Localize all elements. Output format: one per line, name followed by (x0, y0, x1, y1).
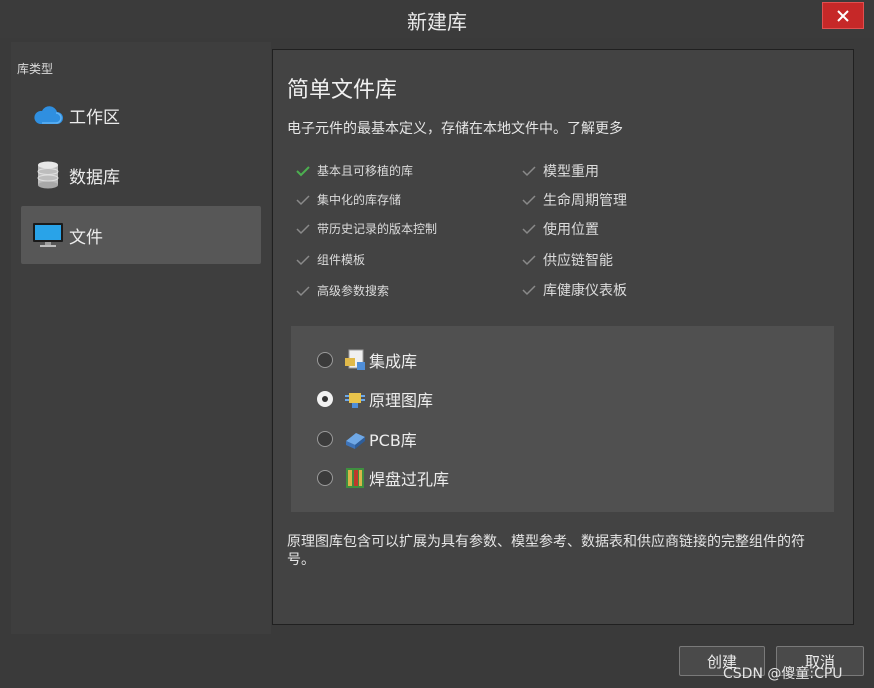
feature-item: 生命周期管理 (521, 190, 627, 210)
feature-label: 集中化的库存储 (317, 193, 402, 207)
check-icon (522, 285, 536, 296)
feature-label: 库健康仪表板 (543, 283, 627, 299)
option-schematic-library[interactable]: 原理图库 (317, 386, 433, 412)
radio-pcb-library[interactable] (317, 431, 333, 447)
monitor-icon (31, 220, 65, 250)
check-icon (296, 223, 310, 234)
watermark: CSDN @傻童:CPU (723, 666, 843, 682)
window-title: 新建库 (407, 10, 467, 34)
sidebar-item-file[interactable]: 文件 (21, 206, 261, 264)
library-detail-panel: 简单文件库 电子元件的最基本定义，存储在本地文件中。了解更多 基本且可移植的库 … (272, 49, 854, 625)
feature-label: 生命周期管理 (543, 193, 627, 209)
option-label: 集成库 (369, 352, 418, 371)
feature-item: 集中化的库存储 (295, 191, 401, 208)
library-format-options: 集成库 原理图库 PCB库 焊盘过孔库 (291, 326, 834, 512)
check-icon (296, 254, 310, 265)
feature-item: 使用位置 (521, 219, 599, 239)
integrated-library-icon (345, 349, 365, 370)
feature-label: 模型重用 (543, 164, 599, 180)
pad-via-library-icon (346, 468, 364, 488)
option-label: 原理图库 (369, 391, 434, 410)
feature-item: 组件模板 (295, 251, 365, 268)
check-icon (522, 255, 536, 266)
check-icon (296, 194, 310, 205)
radio-integrated-library[interactable] (317, 352, 333, 368)
feature-label: 基本且可移植的库 (317, 164, 414, 178)
check-icon (522, 195, 536, 206)
feature-item: 库健康仪表板 (521, 280, 627, 300)
sidebar-item-label: 数据库 (69, 167, 120, 188)
title-bar: 新建库 (0, 0, 874, 38)
feature-label: 组件模板 (317, 253, 366, 267)
pcb-library-icon (346, 433, 365, 449)
option-integrated-library[interactable]: 集成库 (317, 347, 417, 373)
check-icon (522, 224, 536, 235)
feature-label: 高级参数搜索 (317, 284, 390, 298)
feature-label: 带历史记录的版本控制 (317, 222, 438, 236)
option-label: 焊盘过孔库 (369, 470, 450, 489)
library-type-panel: 库类型 工作区 数据库 文件 (11, 42, 271, 634)
page-title: 简单文件库 (287, 78, 398, 103)
option-label: PCB库 (369, 431, 417, 450)
option-pcb-library[interactable]: PCB库 (317, 426, 417, 452)
sidebar-item-database[interactable]: 数据库 (21, 146, 261, 204)
close-button[interactable] (822, 2, 864, 29)
sidebar-item-label: 工作区 (69, 107, 120, 128)
feature-item: 高级参数搜索 (295, 282, 389, 299)
check-icon (296, 285, 310, 296)
check-icon (296, 165, 310, 176)
schematic-library-icon (345, 393, 365, 408)
library-description: 电子元件的最基本定义，存储在本地文件中。了解更多 (287, 121, 623, 137)
option-pad-via-library[interactable]: 焊盘过孔库 (317, 465, 449, 491)
feature-item: 供应链智能 (521, 250, 613, 270)
database-icon (31, 160, 65, 190)
close-icon (837, 9, 849, 22)
feature-item: 基本且可移植的库 (295, 162, 413, 179)
feature-label: 供应链智能 (543, 253, 613, 269)
sidebar-item-workspace[interactable]: 工作区 (21, 86, 261, 144)
radio-pad-via-library[interactable] (317, 470, 333, 486)
feature-item: 带历史记录的版本控制 (295, 220, 437, 237)
sidebar-item-label: 文件 (69, 227, 103, 248)
check-icon (522, 166, 536, 177)
library-type-label: 库类型 (17, 62, 54, 76)
feature-item: 模型重用 (521, 161, 599, 181)
feature-label: 使用位置 (543, 222, 599, 238)
radio-schematic-library[interactable] (317, 391, 333, 407)
option-description: 原理图库包含可以扩展为具有参数、模型参考、数据表和供应商链接的完整组件的符号。 (287, 534, 805, 568)
cloud-icon (31, 100, 65, 130)
